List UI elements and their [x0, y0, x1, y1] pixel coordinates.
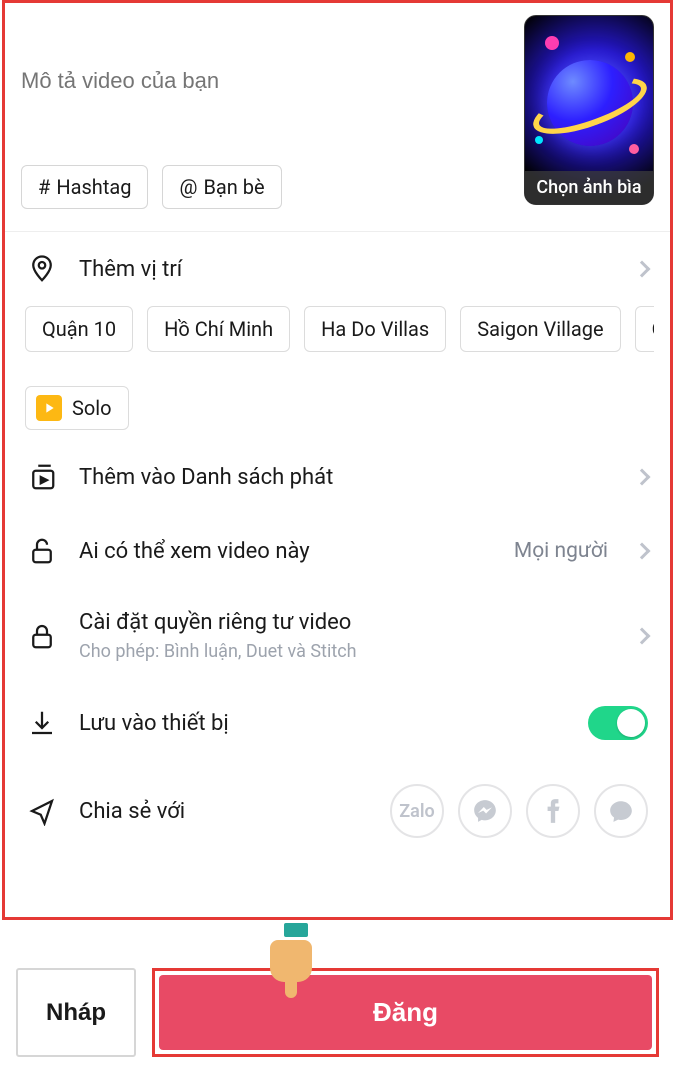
location-chip[interactable]: Saigon Village	[460, 306, 620, 352]
add-location-row[interactable]: Thêm vị trí	[21, 232, 654, 306]
location-pin-icon	[27, 254, 57, 284]
playlist-label: Thêm vào Danh sách phát	[79, 465, 614, 490]
unlock-icon	[27, 536, 57, 566]
privacy-settings-row[interactable]: Cài đặt quyền riêng tư video Cho phép: B…	[21, 588, 654, 684]
visibility-label: Ai có thể xem video này	[79, 539, 492, 564]
facebook-icon	[546, 798, 560, 824]
post-button-highlight: Đăng	[152, 968, 659, 1057]
template-chips: Solo	[21, 386, 654, 430]
download-icon	[27, 708, 57, 738]
privacy-text: Cài đặt quyền riêng tư video Cho phép: B…	[79, 610, 614, 662]
add-location-label: Thêm vị trí	[79, 257, 614, 282]
share-targets: Zalo	[390, 784, 648, 838]
share-label: Chia sẻ với	[79, 799, 368, 824]
decor-dot	[535, 136, 543, 144]
share-messenger-button[interactable]	[458, 784, 512, 838]
location-suggestions[interactable]: Quận 10 Hồ Chí Minh Ha Do Villas Saigon …	[21, 306, 654, 356]
location-chip[interactable]: OYO 372 V	[635, 306, 654, 352]
messenger-icon	[472, 798, 498, 824]
playlist-icon	[27, 462, 57, 492]
chevron-right-icon	[634, 261, 651, 278]
draft-button[interactable]: Nháp	[16, 968, 136, 1057]
chevron-right-icon	[634, 469, 651, 486]
play-square-icon	[36, 395, 62, 421]
share-icon	[27, 796, 57, 826]
chevron-right-icon	[634, 543, 651, 560]
share-zalo-button[interactable]: Zalo	[390, 784, 444, 838]
toggle-knob	[617, 709, 645, 737]
share-comment-button[interactable]	[594, 784, 648, 838]
solo-label: Solo	[72, 396, 112, 420]
location-chip[interactable]: Quận 10	[25, 306, 133, 352]
description-area: Chọn ảnh bìa	[21, 15, 654, 205]
comment-icon	[608, 798, 634, 824]
visibility-row[interactable]: Ai có thể xem video này Mọi người	[21, 514, 654, 588]
privacy-label: Cài đặt quyền riêng tư video	[79, 610, 614, 635]
cover-thumbnail[interactable]: Chọn ảnh bìa	[524, 15, 654, 205]
add-playlist-row[interactable]: Thêm vào Danh sách phát	[21, 440, 654, 514]
save-device-toggle[interactable]	[588, 706, 648, 740]
lock-icon	[27, 621, 57, 651]
decor-dot	[625, 52, 635, 62]
choose-cover-label: Chọn ảnh bìa	[525, 171, 653, 204]
decor-dot	[545, 36, 559, 50]
share-with-row: Chia sẻ với Zalo	[21, 762, 654, 844]
save-device-label: Lưu vào thiết bị	[79, 711, 566, 736]
save-to-device-row: Lưu vào thiết bị	[21, 684, 654, 762]
post-form: Chọn ảnh bìa # Hashtag @ Bạn bè Thêm vị …	[2, 0, 673, 920]
location-chip[interactable]: Hồ Chí Minh	[147, 306, 290, 352]
chevron-right-icon	[634, 628, 651, 645]
zalo-text: Zalo	[399, 801, 434, 822]
post-button[interactable]: Đăng	[159, 975, 652, 1050]
privacy-sublabel: Cho phép: Bình luận, Duet và Stitch	[79, 641, 614, 662]
location-chip[interactable]: Ha Do Villas	[304, 306, 446, 352]
description-input[interactable]	[21, 15, 508, 145]
decor-dot	[629, 144, 639, 154]
visibility-value: Mọi người	[514, 539, 608, 563]
solo-template-chip[interactable]: Solo	[25, 386, 129, 430]
share-facebook-button[interactable]	[526, 784, 580, 838]
bottom-buttons: Nháp Đăng	[0, 968, 675, 1077]
